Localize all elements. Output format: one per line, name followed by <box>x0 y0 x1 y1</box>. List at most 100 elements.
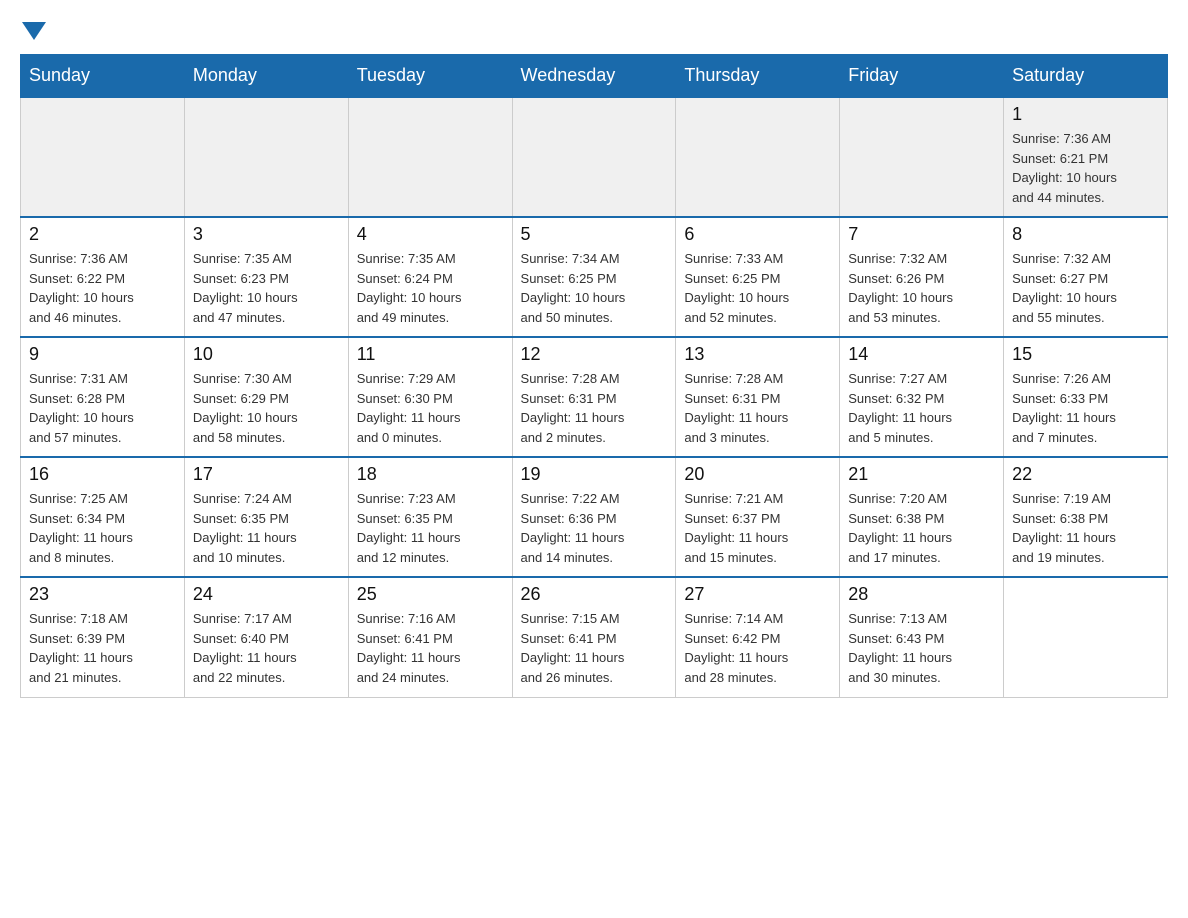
calendar-cell: 23 Sunrise: 7:18 AMSunset: 6:39 PMDayligh… <box>21 577 185 697</box>
day-info: Sunrise: 7:20 AMSunset: 6:38 PMDaylight:… <box>848 489 995 567</box>
calendar-cell: 20Sunrise: 7:21 AMSunset: 6:37 PMDayligh… <box>676 457 840 577</box>
weekday-header-sunday: Sunday <box>21 55 185 98</box>
logo-arrow-icon <box>22 22 46 40</box>
day-info: Sunrise: 7:26 AMSunset: 6:33 PMDaylight:… <box>1012 369 1159 447</box>
calendar-cell: 2 Sunrise: 7:36 AMSunset: 6:22 PMDaylight… <box>21 217 185 337</box>
page-header <box>20 20 1168 38</box>
weekday-header-thursday: Thursday <box>676 55 840 98</box>
day-number: 20 <box>684 464 831 485</box>
calendar-cell <box>1004 577 1168 697</box>
day-info: Sunrise: 7:19 AMSunset: 6:38 PMDaylight:… <box>1012 489 1159 567</box>
day-number: 5 <box>521 224 668 245</box>
calendar-body: 1 Sunrise: 7:36 AMSunset: 6:21 PMDaylight… <box>21 97 1168 697</box>
calendar-cell <box>184 97 348 217</box>
day-info: Sunrise: 7:14 AMSunset: 6:42 PMDaylight:… <box>684 609 831 687</box>
calendar-cell: 12 Sunrise: 7:28 AMSunset: 6:31 PMDayligh… <box>512 337 676 457</box>
day-number: 19 <box>521 464 668 485</box>
day-number: 11 <box>357 344 504 365</box>
day-number: 27 <box>684 584 831 605</box>
day-info: Sunrise: 7:18 AMSunset: 6:39 PMDaylight:… <box>29 609 176 687</box>
weekday-header-wednesday: Wednesday <box>512 55 676 98</box>
calendar-cell: 11 Sunrise: 7:29 AMSunset: 6:30 PMDayligh… <box>348 337 512 457</box>
calendar-cell: 3Sunrise: 7:35 AMSunset: 6:23 PMDaylight… <box>184 217 348 337</box>
calendar-cell: 26 Sunrise: 7:15 AMSunset: 6:41 PMDayligh… <box>512 577 676 697</box>
day-number: 15 <box>1012 344 1159 365</box>
calendar-cell: 21 Sunrise: 7:20 AMSunset: 6:38 PMDayligh… <box>840 457 1004 577</box>
calendar-table: SundayMondayTuesdayWednesdayThursdayFrid… <box>20 54 1168 698</box>
week-row-4: 16Sunrise: 7:25 AMSunset: 6:34 PMDayligh… <box>21 457 1168 577</box>
calendar-cell <box>348 97 512 217</box>
calendar-cell: 7 Sunrise: 7:32 AMSunset: 6:26 PMDaylight… <box>840 217 1004 337</box>
day-number: 18 <box>357 464 504 485</box>
day-number: 14 <box>848 344 995 365</box>
week-row-1: 1 Sunrise: 7:36 AMSunset: 6:21 PMDaylight… <box>21 97 1168 217</box>
day-info: Sunrise: 7:29 AMSunset: 6:30 PMDaylight:… <box>357 369 504 447</box>
day-number: 7 <box>848 224 995 245</box>
calendar-cell: 9 Sunrise: 7:31 AMSunset: 6:28 PMDaylight… <box>21 337 185 457</box>
calendar-cell: 17Sunrise: 7:24 AMSunset: 6:35 PMDayligh… <box>184 457 348 577</box>
day-number: 17 <box>193 464 340 485</box>
day-info: Sunrise: 7:35 AMSunset: 6:24 PMDaylight:… <box>357 249 504 327</box>
day-info: Sunrise: 7:32 AMSunset: 6:27 PMDaylight:… <box>1012 249 1159 327</box>
day-number: 9 <box>29 344 176 365</box>
calendar-cell: 6 Sunrise: 7:33 AMSunset: 6:25 PMDaylight… <box>676 217 840 337</box>
day-info: Sunrise: 7:34 AMSunset: 6:25 PMDaylight:… <box>521 249 668 327</box>
calendar-header: SundayMondayTuesdayWednesdayThursdayFrid… <box>21 55 1168 98</box>
calendar-cell: 13 Sunrise: 7:28 AMSunset: 6:31 PMDayligh… <box>676 337 840 457</box>
weekday-header-tuesday: Tuesday <box>348 55 512 98</box>
calendar-cell: 27 Sunrise: 7:14 AMSunset: 6:42 PMDayligh… <box>676 577 840 697</box>
day-number: 12 <box>521 344 668 365</box>
day-info: Sunrise: 7:15 AMSunset: 6:41 PMDaylight:… <box>521 609 668 687</box>
calendar-cell: 5 Sunrise: 7:34 AMSunset: 6:25 PMDaylight… <box>512 217 676 337</box>
calendar-cell: 25 Sunrise: 7:16 AMSunset: 6:41 PMDayligh… <box>348 577 512 697</box>
calendar-cell: 24 Sunrise: 7:17 AMSunset: 6:40 PMDayligh… <box>184 577 348 697</box>
day-info: Sunrise: 7:35 AMSunset: 6:23 PMDaylight:… <box>193 249 340 327</box>
day-info: Sunrise: 7:36 AMSunset: 6:21 PMDaylight:… <box>1012 129 1159 207</box>
calendar-cell: 22Sunrise: 7:19 AMSunset: 6:38 PMDayligh… <box>1004 457 1168 577</box>
calendar-cell: 16Sunrise: 7:25 AMSunset: 6:34 PMDayligh… <box>21 457 185 577</box>
day-info: Sunrise: 7:27 AMSunset: 6:32 PMDaylight:… <box>848 369 995 447</box>
week-row-2: 2 Sunrise: 7:36 AMSunset: 6:22 PMDaylight… <box>21 217 1168 337</box>
day-number: 23 <box>29 584 176 605</box>
week-row-5: 23 Sunrise: 7:18 AMSunset: 6:39 PMDayligh… <box>21 577 1168 697</box>
day-number: 24 <box>193 584 340 605</box>
calendar-cell <box>512 97 676 217</box>
day-number: 1 <box>1012 104 1159 125</box>
calendar-cell: 18 Sunrise: 7:23 AMSunset: 6:35 PMDayligh… <box>348 457 512 577</box>
weekday-header-row: SundayMondayTuesdayWednesdayThursdayFrid… <box>21 55 1168 98</box>
day-number: 2 <box>29 224 176 245</box>
day-number: 21 <box>848 464 995 485</box>
day-info: Sunrise: 7:31 AMSunset: 6:28 PMDaylight:… <box>29 369 176 447</box>
week-row-3: 9 Sunrise: 7:31 AMSunset: 6:28 PMDaylight… <box>21 337 1168 457</box>
day-number: 13 <box>684 344 831 365</box>
calendar-cell <box>21 97 185 217</box>
calendar-cell: 28 Sunrise: 7:13 AMSunset: 6:43 PMDayligh… <box>840 577 1004 697</box>
calendar-cell: 1 Sunrise: 7:36 AMSunset: 6:21 PMDaylight… <box>1004 97 1168 217</box>
day-number: 28 <box>848 584 995 605</box>
day-number: 25 <box>357 584 504 605</box>
day-info: Sunrise: 7:28 AMSunset: 6:31 PMDaylight:… <box>684 369 831 447</box>
day-info: Sunrise: 7:22 AMSunset: 6:36 PMDaylight:… <box>521 489 668 567</box>
calendar-cell <box>840 97 1004 217</box>
calendar-cell: 4 Sunrise: 7:35 AMSunset: 6:24 PMDaylight… <box>348 217 512 337</box>
day-info: Sunrise: 7:32 AMSunset: 6:26 PMDaylight:… <box>848 249 995 327</box>
calendar-cell: 8Sunrise: 7:32 AMSunset: 6:27 PMDaylight… <box>1004 217 1168 337</box>
day-number: 4 <box>357 224 504 245</box>
day-info: Sunrise: 7:13 AMSunset: 6:43 PMDaylight:… <box>848 609 995 687</box>
day-info: Sunrise: 7:33 AMSunset: 6:25 PMDaylight:… <box>684 249 831 327</box>
day-info: Sunrise: 7:16 AMSunset: 6:41 PMDaylight:… <box>357 609 504 687</box>
day-info: Sunrise: 7:30 AMSunset: 6:29 PMDaylight:… <box>193 369 340 447</box>
weekday-header-saturday: Saturday <box>1004 55 1168 98</box>
day-number: 16 <box>29 464 176 485</box>
day-number: 6 <box>684 224 831 245</box>
day-info: Sunrise: 7:28 AMSunset: 6:31 PMDaylight:… <box>521 369 668 447</box>
calendar-cell: 14 Sunrise: 7:27 AMSunset: 6:32 PMDayligh… <box>840 337 1004 457</box>
day-info: Sunrise: 7:17 AMSunset: 6:40 PMDaylight:… <box>193 609 340 687</box>
day-number: 10 <box>193 344 340 365</box>
calendar-cell: 15 Sunrise: 7:26 AMSunset: 6:33 PMDayligh… <box>1004 337 1168 457</box>
day-info: Sunrise: 7:36 AMSunset: 6:22 PMDaylight:… <box>29 249 176 327</box>
calendar-cell: 10 Sunrise: 7:30 AMSunset: 6:29 PMDayligh… <box>184 337 348 457</box>
day-number: 26 <box>521 584 668 605</box>
day-info: Sunrise: 7:23 AMSunset: 6:35 PMDaylight:… <box>357 489 504 567</box>
logo <box>20 20 48 38</box>
